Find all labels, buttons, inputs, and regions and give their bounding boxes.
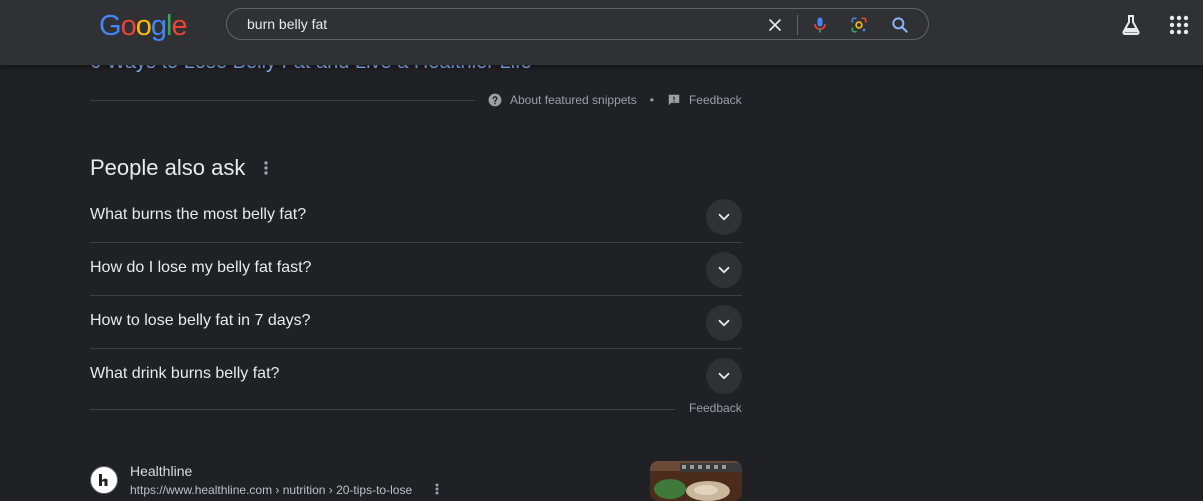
food-photo-image [650,461,742,501]
result-url[interactable]: https://www.healthline.com › nutrition ›… [130,483,412,497]
healthline-favicon [90,466,118,494]
expand-button[interactable] [706,199,742,235]
question-text: How do I lose my belly fat fast? [90,259,312,276]
more-options-icon[interactable] [258,159,274,177]
clear-icon[interactable] [765,15,785,35]
question-row[interactable]: How to lose belly fat in 7 days? [90,296,742,349]
labs-flask-icon[interactable] [1119,13,1143,37]
question-text: How to lose belly fat in 7 days? [90,312,311,329]
microphone-icon[interactable] [810,15,830,35]
result-site-name[interactable]: Healthline [130,463,192,479]
snippet-meta: About featured snippets • Feedback [488,91,742,109]
logo-letter-g2: g [150,10,167,42]
feedback-icon[interactable] [667,93,681,107]
question-row[interactable]: What burns the most belly fat? [90,190,742,243]
help-circle-icon[interactable] [488,93,502,107]
search-divider [797,15,798,35]
expand-button[interactable] [706,358,742,394]
apps-grid-icon[interactable] [1167,13,1191,37]
paa-feedback-link[interactable]: Feedback [689,401,742,415]
chevron-down-icon [718,213,730,221]
meta-separator: • [649,93,654,107]
question-row[interactable]: How do I lose my belly fat fast? [90,243,742,296]
search-icon[interactable] [890,15,910,35]
chevron-down-icon [718,319,730,327]
snippet-feedback-link[interactable]: Feedback [689,93,742,107]
google-logo[interactable]: G o o g l e [99,10,188,42]
logo-letter-o2: o [135,10,152,42]
chevron-down-icon [718,266,730,274]
chevron-down-icon [718,372,730,380]
logo-letter-g1: G [99,10,122,42]
question-text: What burns the most belly fat? [90,206,307,223]
question-row[interactable]: What drink burns belly fat? [90,349,742,409]
logo-letter-o1: o [120,10,137,42]
expand-button[interactable] [706,252,742,288]
about-featured-snippets-link[interactable]: About featured snippets [510,93,637,107]
lens-icon[interactable] [849,15,869,35]
top-header: G o o g l e [0,0,1203,65]
result-more-icon[interactable] [432,482,442,496]
search-box [226,8,929,40]
question-text: What drink burns belly fat? [90,365,280,382]
people-also-ask-heading: People also ask [90,155,246,180]
healthline-logo-icon [99,474,108,486]
paa-divider [90,409,675,410]
expand-button[interactable] [706,305,742,341]
snippet-divider [90,100,475,101]
logo-letter-e: e [171,10,187,42]
search-input[interactable] [247,9,747,39]
result-thumbnail[interactable] [650,461,742,501]
